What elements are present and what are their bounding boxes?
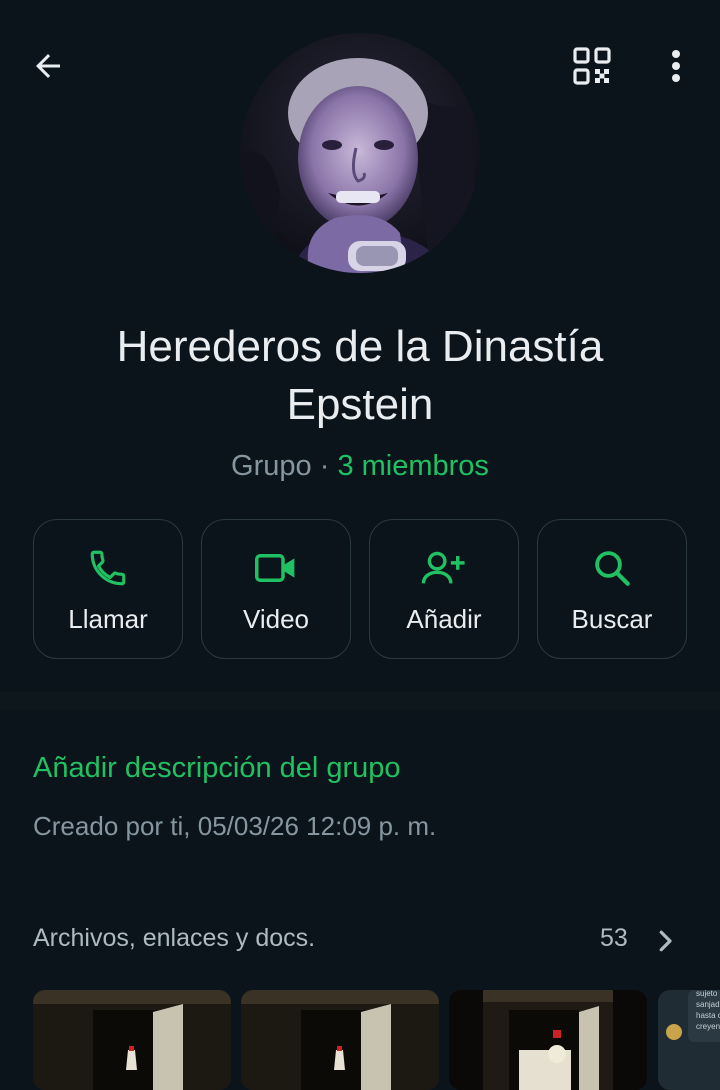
add-member-button[interactable]: Añadir	[369, 519, 519, 659]
media-thumbnail[interactable]	[33, 990, 231, 1090]
section-divider	[0, 692, 720, 710]
call-label: Llamar	[68, 604, 148, 634]
phone-icon	[90, 550, 126, 586]
members-link[interactable]: 3 miembros	[337, 450, 489, 482]
add-label: Añadir	[406, 604, 482, 634]
group-type-label: Grupo	[231, 450, 312, 482]
video-icon	[255, 554, 295, 582]
add-person-icon	[421, 551, 465, 584]
call-button[interactable]: Llamar	[33, 519, 183, 659]
chat-preview-text: sujeto sanjad hasta c creyen	[696, 990, 720, 1031]
arrow-left-icon	[36, 54, 60, 78]
media-section-title[interactable]: Archivos, enlaces y docs.	[33, 924, 315, 953]
add-description-link[interactable]: Añadir descripción del grupo	[33, 752, 401, 785]
group-avatar[interactable]	[240, 33, 480, 273]
video-button[interactable]: Video	[201, 519, 351, 659]
media-thumbnail[interactable]	[241, 990, 439, 1090]
group-subtitle: Grupo · 3 miembros	[40, 446, 680, 486]
chevron-right-icon[interactable]	[650, 926, 680, 956]
media-thumbnail[interactable]	[449, 990, 647, 1090]
qr-code-icon	[573, 47, 611, 85]
media-thumbnail-chat[interactable]: sujeto sanjad hasta c creyen	[658, 990, 720, 1090]
created-info: Creado por ti, 05/03/26 12:09 p. m.	[33, 811, 437, 841]
search-label: Buscar	[571, 604, 653, 634]
subtitle-separator: ·	[311, 450, 338, 482]
search-icon	[595, 551, 630, 586]
group-name: Herederos de la Dinastía Epstein	[116, 322, 604, 429]
search-button[interactable]: Buscar	[537, 519, 687, 659]
video-label: Video	[242, 604, 310, 634]
more-vertical-icon	[672, 50, 680, 82]
back-button[interactable]	[26, 44, 70, 88]
more-options-button[interactable]	[654, 44, 698, 88]
media-count[interactable]: 53	[600, 924, 628, 953]
qr-code-button[interactable]	[570, 44, 614, 88]
